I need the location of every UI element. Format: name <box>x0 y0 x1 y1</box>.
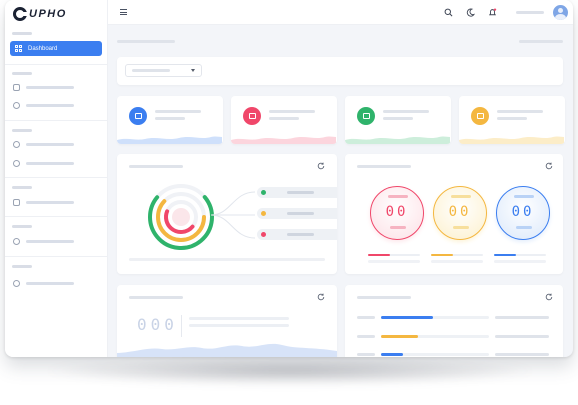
stat-card[interactable] <box>117 96 223 144</box>
stat-card[interactable] <box>231 96 337 144</box>
search-icon[interactable] <box>444 8 453 17</box>
gauge-bubble: 00 <box>496 186 550 240</box>
bell-icon[interactable] <box>488 8 497 17</box>
sidebar-item[interactable] <box>13 237 103 245</box>
frame-shadow <box>40 356 540 386</box>
sparkline-wave <box>117 136 222 144</box>
plus-circle-icon <box>13 159 20 167</box>
moon-icon[interactable] <box>466 8 475 17</box>
sidebar-section-label <box>12 72 32 75</box>
sidebar: UPHO Dashboard <box>5 0 108 357</box>
ring-chart-card <box>117 154 337 274</box>
sidebar-item[interactable] <box>13 101 103 109</box>
sidebar-item[interactable] <box>13 83 103 91</box>
sidebar-item-dashboard[interactable]: Dashboard <box>10 41 102 56</box>
chat-icon <box>243 107 261 125</box>
sparkline-wave <box>231 136 336 144</box>
refresh-icon[interactable] <box>545 293 553 301</box>
gauge-legend-line <box>431 254 483 256</box>
file-icon <box>471 107 489 125</box>
stat-card[interactable] <box>345 96 451 144</box>
sidebar-section-label <box>12 225 32 228</box>
sidebar-section-label <box>12 32 32 35</box>
sparkline-wave <box>345 136 450 144</box>
sidebar-item[interactable] <box>13 198 103 206</box>
filter-card <box>117 57 563 85</box>
counter-card: 000 <box>117 285 337 357</box>
gauge-value: 00 <box>448 204 472 220</box>
area-wave <box>117 343 337 357</box>
legend-item <box>257 187 337 198</box>
breadcrumb <box>519 40 563 43</box>
connector-lines <box>211 191 255 239</box>
gauge-legend-line <box>368 254 420 256</box>
brand-name: UPHO <box>29 8 67 20</box>
stat-card[interactable] <box>459 96 565 144</box>
progress-fill <box>381 316 433 319</box>
divider <box>5 64 108 65</box>
card-title <box>129 165 183 168</box>
top-header <box>108 0 573 25</box>
progress-fill <box>381 335 418 338</box>
gauge-value: 00 <box>511 204 535 220</box>
sparkline-wave <box>459 136 564 144</box>
sidebar-section-label <box>12 129 32 132</box>
user-name[interactable] <box>516 11 544 14</box>
card-footer <box>129 258 325 261</box>
id-card-icon <box>357 107 375 125</box>
target-icon <box>13 101 20 109</box>
sidebar-section-label <box>12 265 32 268</box>
user-icon <box>13 279 20 287</box>
sidebar-item-label: Dashboard <box>28 45 58 52</box>
gauge-legend-line <box>494 254 546 256</box>
disc-icon <box>13 140 20 148</box>
chevron-down-icon <box>191 69 195 72</box>
logo-mark-icon <box>13 7 28 21</box>
menu-icon[interactable] <box>120 9 127 15</box>
divider <box>5 256 108 257</box>
refresh-icon[interactable] <box>317 293 325 301</box>
screen-icon <box>129 107 147 125</box>
progress-fill <box>381 353 403 356</box>
gauge-value: 00 <box>385 204 409 220</box>
refresh-icon[interactable] <box>317 162 325 170</box>
app-window: UPHO Dashboard 00 00 00 000 <box>5 0 573 357</box>
card-title <box>357 165 411 168</box>
gauges-card: 00 00 00 <box>345 154 563 274</box>
grid-icon <box>15 45 22 52</box>
legend-item <box>257 229 337 240</box>
document-icon <box>13 198 20 206</box>
divider <box>5 177 108 178</box>
sidebar-item[interactable] <box>13 140 103 148</box>
card-title <box>357 296 411 299</box>
avatar[interactable] <box>553 5 568 20</box>
page-title <box>117 40 175 43</box>
pie-icon <box>13 237 20 245</box>
card-title <box>129 296 183 299</box>
period-select[interactable] <box>125 64 202 77</box>
progress-card <box>345 285 563 357</box>
brand-logo[interactable]: UPHO <box>13 6 67 22</box>
refresh-icon[interactable] <box>545 162 553 170</box>
cube-icon <box>13 83 20 91</box>
gauge-bubble: 00 <box>370 186 424 240</box>
sidebar-section-label <box>12 186 32 189</box>
gauge-bubble: 00 <box>433 186 487 240</box>
legend-item <box>257 208 337 219</box>
divider <box>5 120 108 121</box>
counter-value: 000 <box>137 315 178 334</box>
sidebar-item[interactable] <box>13 279 103 287</box>
divider <box>5 216 108 217</box>
ring-chart <box>148 184 214 250</box>
sidebar-item[interactable] <box>13 159 103 167</box>
